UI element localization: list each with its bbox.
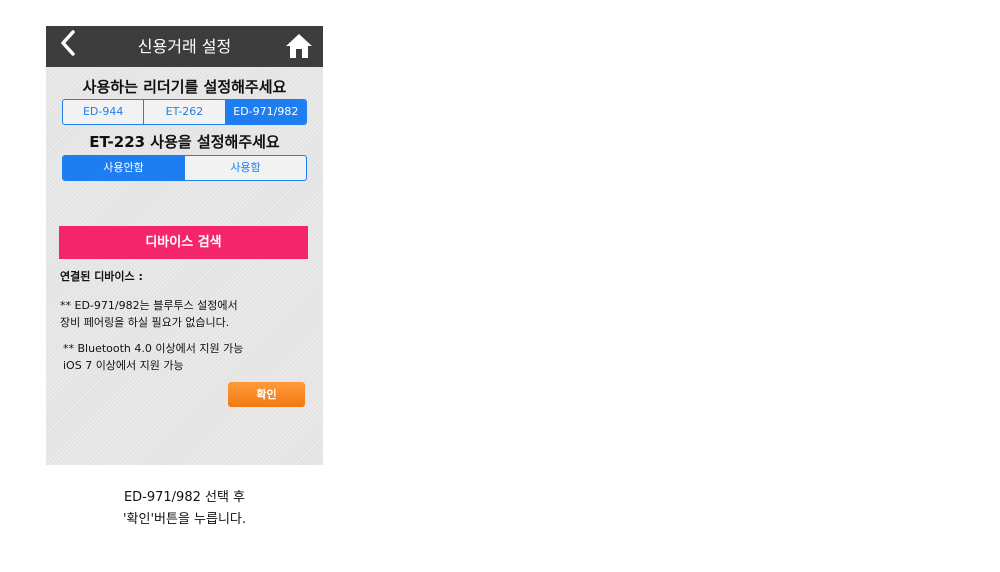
reader-option-ed944[interactable]: ED-944 xyxy=(63,100,145,124)
page-title: 신용거래 설정 xyxy=(137,37,232,56)
et223-segmented-control: 사용안함 사용함 xyxy=(62,155,307,181)
reader-option-ed971-982[interactable]: ED-971/982 xyxy=(225,100,306,124)
navbar: 신용거래 설정 xyxy=(46,26,323,67)
home-button[interactable] xyxy=(285,32,313,60)
pairing-note: ** ED-971/982는 블루투스 설정에서 장비 페어링을 하실 필요가 … xyxy=(60,299,238,329)
reader-segmented-control: ED-944 ET-262 ED-971/982 xyxy=(62,99,307,125)
et223-option-enable[interactable]: 사용함 xyxy=(185,156,306,180)
bluetooth-note: ** Bluetooth 4.0 이상에서 지원 가능 iOS 7 이상에서 지… xyxy=(63,342,244,372)
et223-heading: ET-223 사용을 설정해주세요 xyxy=(89,133,280,151)
caption-line-1: ED-971/982 선택 후 xyxy=(123,490,246,505)
caption-line-2: '확인'버튼을 누릅니다. xyxy=(122,512,247,527)
reader-heading: 사용하는 리더기를 설정해주세요 xyxy=(82,78,287,96)
confirm-button[interactable]: 확인 xyxy=(228,382,305,407)
connected-device-label: 연결된 디바이스 : xyxy=(60,270,143,283)
et223-option-disable[interactable]: 사용안함 xyxy=(63,156,185,180)
phone-screen: 신용거래 설정 사용하는 리더기를 설정해주세요 ED-944 ET-262 E… xyxy=(46,26,323,465)
home-icon xyxy=(286,34,312,58)
reader-option-et262[interactable]: ET-262 xyxy=(144,100,226,124)
device-search-button[interactable]: 디바이스 검색 xyxy=(59,226,308,259)
